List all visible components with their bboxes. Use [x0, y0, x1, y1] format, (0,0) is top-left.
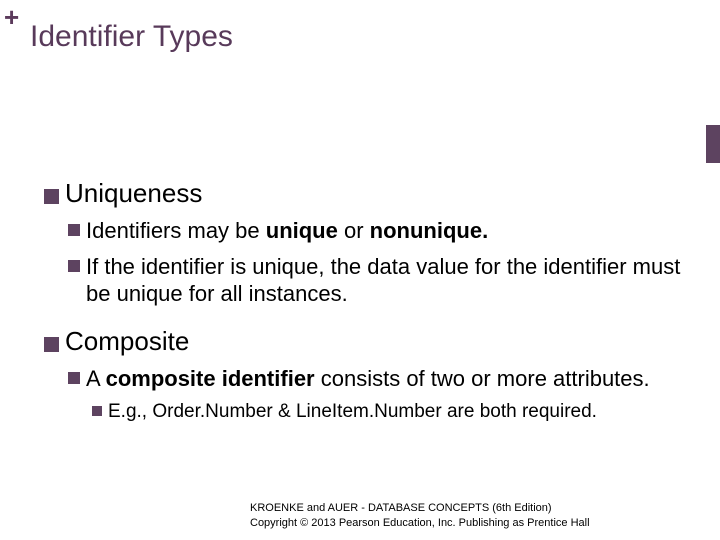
text-fragment: Identifiers may be — [86, 218, 266, 243]
slide-footer: KROENKE and AUER - DATABASE CONCEPTS (6t… — [250, 501, 710, 530]
bullet-icon — [68, 372, 80, 384]
corner-plus-icon: + — [4, 4, 19, 30]
section-composite: Composite A composite identifier consist… — [44, 326, 700, 424]
text-fragment: consists of two or more attributes. — [315, 366, 650, 391]
subsub-item: E.g., Order.Number & LineItem.Number are… — [92, 400, 700, 424]
sub-item: A composite identifier consists of two o… — [68, 365, 700, 393]
footer-line-2: Copyright © 2013 Pearson Education, Inc.… — [250, 516, 710, 530]
text-bold: nonunique. — [370, 218, 489, 243]
subsub-text: E.g., Order.Number & LineItem.Number are… — [108, 400, 597, 424]
sub-item: Identifiers may be unique or nonunique. — [68, 217, 700, 245]
slide-content: Uniqueness Identifiers may be unique or … — [44, 160, 700, 424]
text-fragment: A — [86, 366, 106, 391]
sub-text: Identifiers may be unique or nonunique. — [86, 217, 488, 245]
side-stripe — [706, 125, 720, 163]
sub-item: If the identifier is unique, the data va… — [68, 253, 700, 308]
footer-line-1: KROENKE and AUER - DATABASE CONCEPTS (6t… — [250, 501, 710, 515]
slide-title: Identifier Types — [30, 20, 233, 54]
section-heading: Composite — [65, 326, 189, 357]
bullet-icon — [44, 189, 59, 204]
text-fragment: or — [338, 218, 370, 243]
section-uniqueness: Uniqueness Identifiers may be unique or … — [44, 178, 700, 308]
sub-text: If the identifier is unique, the data va… — [86, 253, 700, 308]
section-heading: Uniqueness — [65, 178, 202, 209]
bullet-icon — [68, 224, 80, 236]
text-bold: composite identifier — [106, 366, 315, 391]
sub-text: A composite identifier consists of two o… — [86, 365, 650, 393]
bullet-icon — [92, 406, 102, 416]
bullet-icon — [44, 337, 59, 352]
text-bold: unique — [266, 218, 338, 243]
bullet-icon — [68, 260, 80, 272]
